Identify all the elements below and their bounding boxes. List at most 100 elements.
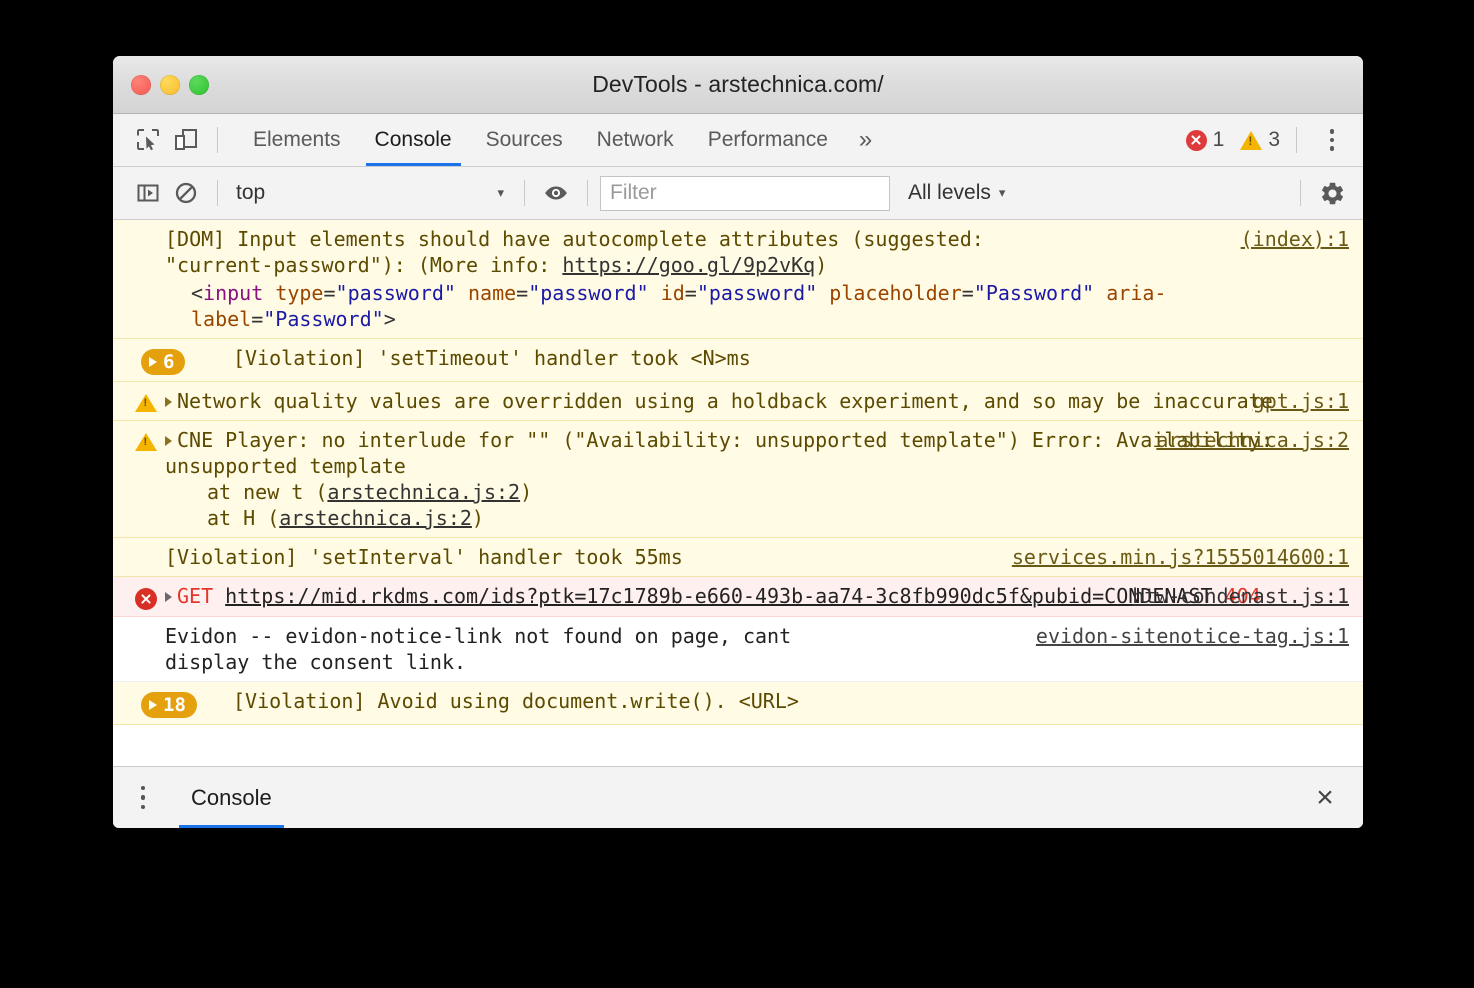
html-tok [1094,281,1106,305]
warning-count-label: 3 [1268,128,1280,152]
stack-suffix: ) [472,506,484,530]
console-message-get-404[interactable]: htw-condenast.js:1 GET https://mid.rkdms… [113,577,1363,617]
warning-count-badge[interactable]: 3 [1240,128,1284,152]
message-body: CNE Player: no interlude for "" ("Availa… [165,428,1285,478]
inspect-element-icon[interactable] [129,121,167,159]
console-message-evidon[interactable]: evidon-sitenotice-tag.js:1 Evidon -- evi… [113,617,1363,682]
warning-triangle-icon [135,394,157,412]
html-tok: "Password" [974,281,1094,305]
message-content: [Violation] 'setTimeout' handler took <N… [233,345,1349,371]
group-count-badge[interactable]: 18 [141,692,197,718]
stack-prefix: at new t ( [207,480,327,504]
source-link[interactable]: services.min.js?1555014600:1 [1012,544,1349,570]
stack-link[interactable]: arstechnica.js:2 [327,480,520,504]
filter-input[interactable] [600,176,890,211]
message-text: [Violation] Avoid using document.write()… [233,688,1341,714]
console-toolbar-right [1288,174,1351,212]
close-button[interactable] [131,75,151,95]
more-tabs-chevron-icon[interactable]: » [845,114,886,166]
settings-gear-icon[interactable] [1313,174,1351,212]
tab-performance[interactable]: Performance [691,114,845,166]
console-message-dom-autocomplete[interactable]: (index):1 [DOM] Input elements should ha… [113,220,1363,339]
create-live-expression-icon[interactable] [537,174,575,212]
error-count-label: 1 [1213,128,1225,152]
html-tok: id [661,281,685,305]
html-tok [817,281,829,305]
message-content: htw-condenast.js:1 GET https://mid.rkdms… [165,583,1349,609]
expand-triangle-icon [149,700,157,710]
stack-prefix: at H ( [207,506,279,530]
tab-network[interactable]: Network [580,114,691,166]
html-tok: input [203,281,263,305]
console-message-setinterval-violation[interactable]: services.min.js?1555014600:1 [Violation]… [113,538,1363,577]
source-link[interactable]: gpt.js:1 [1253,388,1349,414]
console-sidebar-icon[interactable] [129,174,167,212]
request-url-link[interactable]: https://mid.rkdms.com/ids?ptk=17c1789b-e… [225,584,1212,608]
request-method: GET [177,584,213,608]
kebab-dot [1330,129,1335,134]
close-icon[interactable]: × [1305,778,1345,818]
console-message-documentwrite-violation[interactable]: 18 [Violation] Avoid using document.writ… [113,682,1363,725]
drawer-tab-console[interactable]: Console [169,767,294,828]
message-content: (index):1 [DOM] Input elements should ha… [165,226,1349,332]
kebab-menu-icon[interactable] [1315,121,1349,159]
message-content: evidon-sitenotice-tag.js:1 Evidon -- evi… [165,623,1349,675]
expand-triangle-icon [149,357,157,367]
disclosure-triangle-icon[interactable] [165,436,172,446]
chevron-down-icon: ▾ [497,185,504,201]
device-toolbar-icon[interactable] [167,121,205,159]
console-message-cne-player[interactable]: arstechnica.js:2 CNE Player: no interlud… [113,421,1363,538]
console-message-network-quality[interactable]: gpt.js:1 Network quality values are over… [113,382,1363,421]
console-message-list[interactable]: (index):1 [DOM] Input elements should ha… [113,220,1363,766]
zoom-button[interactable] [189,75,209,95]
toolbar-divider [217,127,218,153]
minimize-button[interactable] [160,75,180,95]
disclosure-triangle-icon[interactable] [165,397,172,407]
disclosure-triangle-icon[interactable] [165,592,172,602]
html-tok: "password" [336,281,456,305]
tab-sources[interactable]: Sources [469,114,580,166]
html-tok: > [384,307,396,331]
source-link[interactable]: evidon-sitenotice-tag.js:1 [1036,623,1349,649]
console-toolbar-divider [217,180,218,206]
html-tok [263,281,275,305]
tab-console[interactable]: Console [358,114,469,166]
tab-console-label: Console [375,128,452,152]
window-titlebar: DevTools - arstechnica.com/ [113,56,1363,114]
tab-sources-label: Sources [486,128,563,152]
source-link[interactable]: (index):1 [1241,226,1349,252]
clear-console-icon[interactable] [167,174,205,212]
status-divider [1296,127,1297,153]
bottom-drawer: Console × [113,766,1363,828]
kebab-dot [141,795,146,800]
log-level-label: All levels [908,181,991,205]
console-toolbar: top ▾ All levels ▾ [113,167,1363,220]
error-count-badge[interactable]: 1 [1186,128,1229,152]
kebab-dot [141,786,146,791]
html-tok: = [516,281,528,305]
tab-performance-label: Performance [708,128,828,152]
stack-link[interactable]: arstechnica.js:2 [279,506,472,530]
message-content: gpt.js:1 Network quality values are over… [165,388,1349,414]
stack-frame: at H (arstechnica.js:2) [165,505,1341,531]
error-circle-icon [1186,130,1207,151]
tab-elements[interactable]: Elements [236,114,358,166]
more-info-link[interactable]: https://goo.gl/9p2vKq [562,253,815,277]
message-content: [Violation] Avoid using document.write()… [233,688,1349,714]
log-level-selector[interactable]: All levels ▾ [908,181,1005,205]
message-content: services.min.js?1555014600:1 [Violation]… [165,544,1349,570]
source-link[interactable]: arstechnica.js:2 [1156,427,1349,453]
console-toolbar-divider-4 [1300,180,1301,206]
window-title: DevTools - arstechnica.com/ [113,71,1363,98]
drawer-kebab-icon[interactable] [125,776,161,820]
html-tok: = [685,281,697,305]
execution-context-selector[interactable]: top ▾ [230,177,512,209]
error-circle-icon [135,588,157,610]
source-link[interactable]: htw-condenast.js:1 [1132,583,1349,609]
message-text: [DOM] Input elements should have autocom… [165,226,1341,278]
html-tok: "password" [528,281,648,305]
html-tok: = [323,281,335,305]
console-message-settimeout-violation[interactable]: 6 [Violation] 'setTimeout' handler took … [113,339,1363,382]
group-count-badge[interactable]: 6 [141,349,185,375]
window-controls [131,75,209,95]
